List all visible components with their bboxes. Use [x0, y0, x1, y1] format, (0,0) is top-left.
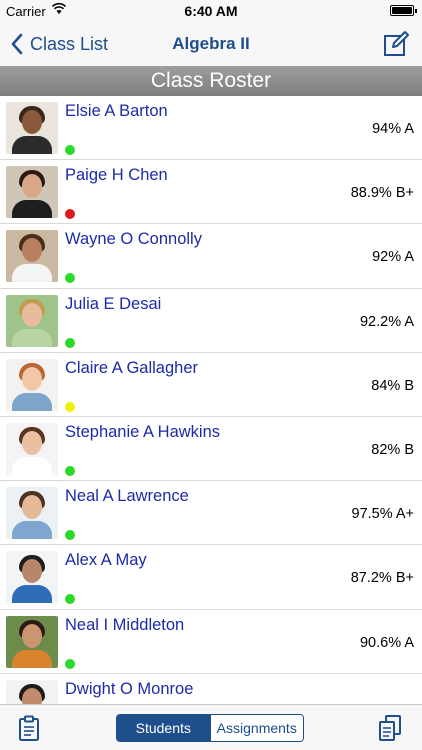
avatar: [6, 358, 58, 411]
student-name[interactable]: Wayne O Connolly: [65, 230, 202, 249]
section-header-class-roster: Class Roster: [0, 66, 422, 96]
status-indicator: [65, 530, 75, 541]
roster-list[interactable]: Elsie A Barton 94% A Paige H Chen 88.9% B+ W…: [0, 96, 422, 704]
status-indicator: [65, 273, 75, 284]
status-indicator: [65, 209, 75, 220]
documents-icon[interactable]: [378, 714, 402, 742]
status-indicator: [65, 145, 75, 155]
student-grade: 84% B: [371, 377, 414, 394]
students-assignments-segmented-control: Students Assignments: [116, 714, 304, 742]
list-item[interactable]: Claire A Gallagher 84% B: [0, 353, 422, 417]
back-button-label: Class List: [30, 33, 109, 54]
clipboard-icon[interactable]: [18, 715, 40, 741]
student-grade: 82% B: [371, 441, 414, 458]
tab-assignments[interactable]: Assignments: [209, 715, 303, 741]
student-name[interactable]: Neal A Lawrence: [65, 487, 189, 506]
status-indicator: [65, 337, 75, 348]
student-name[interactable]: Julia E Desai: [65, 295, 161, 314]
avatar: [6, 679, 58, 704]
list-item[interactable]: Alex A May 87.2% B+: [0, 545, 422, 610]
status-indicator: [65, 465, 75, 476]
avatar: [6, 166, 58, 219]
status-bar: Carrier 6:40 AM: [0, 0, 422, 22]
student-grade: 88.9% B+: [350, 185, 414, 202]
student-grade: 94% A: [372, 121, 414, 137]
student-name[interactable]: Claire A Gallagher: [65, 359, 198, 378]
status-indicator: [65, 401, 75, 412]
student-name[interactable]: Paige H Chen: [65, 166, 168, 185]
student-grade: 97.5% A+: [351, 506, 414, 523]
status-indicator: [65, 658, 75, 669]
student-grade: 92.2% A: [359, 313, 414, 330]
student-grade: 87.2% B+: [350, 570, 414, 587]
student-name[interactable]: Dwight O Monroe: [65, 680, 193, 699]
avatar: [6, 422, 58, 475]
tab-students[interactable]: Students: [117, 715, 210, 741]
battery-icon: [390, 5, 417, 16]
list-item[interactable]: Wayne O Connolly 92% A: [0, 224, 422, 289]
back-button[interactable]: Class List: [10, 30, 108, 58]
navigation-bar: Class List Algebra II: [0, 22, 422, 66]
list-item[interactable]: Julia E Desai 92.2% A: [0, 289, 422, 353]
student-grade: 92% A: [372, 249, 414, 266]
bottom-toolbar: Students Assignments: [0, 704, 422, 750]
list-item[interactable]: Paige H Chen 88.9% B+: [0, 160, 422, 225]
compose-icon[interactable]: [382, 30, 410, 58]
student-name[interactable]: Neal I Middleton: [65, 616, 184, 635]
avatar: [6, 487, 58, 540]
list-item[interactable]: Dwight O Monroe: [0, 674, 422, 704]
student-grade: 90.6% A: [359, 634, 414, 651]
list-item[interactable]: Neal A Lawrence 97.5% A+: [0, 481, 422, 546]
list-item[interactable]: Neal I Middleton 90.6% A: [0, 610, 422, 674]
avatar: [6, 551, 58, 604]
chevron-left-icon: [11, 33, 23, 55]
list-item[interactable]: Elsie A Barton 94% A: [0, 96, 422, 161]
student-name[interactable]: Stephanie A Hawkins: [65, 423, 220, 442]
avatar: [6, 102, 58, 154]
list-item[interactable]: Stephanie A Hawkins 82% B: [0, 417, 422, 482]
avatar: [6, 230, 58, 283]
avatar: [6, 615, 58, 668]
clock-time: 6:40 AM: [184, 3, 238, 19]
status-indicator: [65, 594, 75, 605]
student-name[interactable]: Alex A May: [65, 551, 147, 570]
avatar: [6, 294, 58, 347]
student-name[interactable]: Elsie A Barton: [65, 102, 168, 121]
